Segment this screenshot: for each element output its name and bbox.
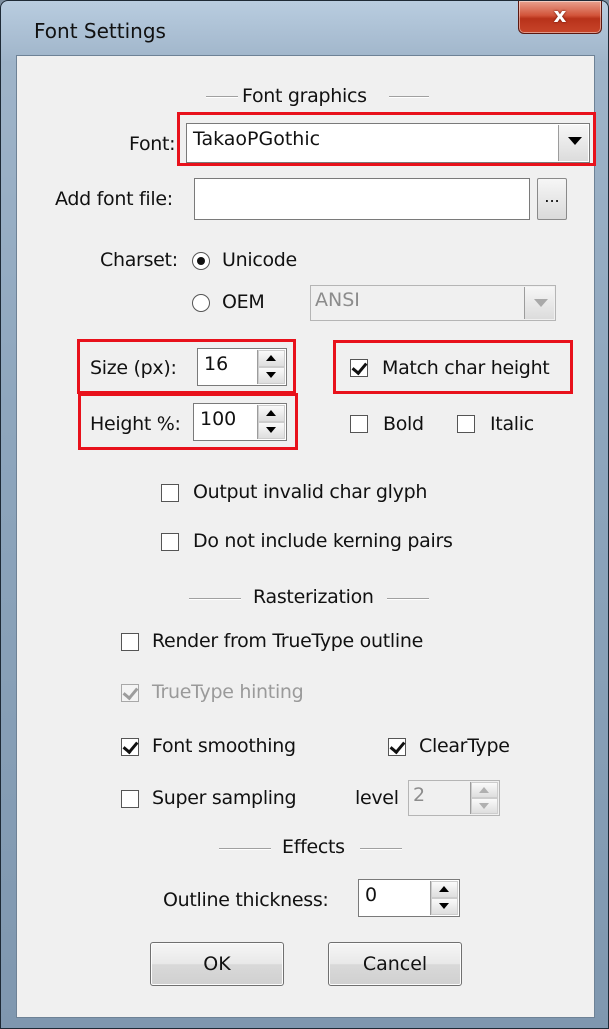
highlight-match-char-height — [333, 340, 573, 394]
highlight-font — [177, 112, 596, 166]
outline-thickness-label: Outline thickness: — [163, 889, 329, 911]
browse-button[interactable]: ... — [537, 178, 567, 220]
render-from-truetype-outline-label: Render from TrueType outline — [152, 630, 423, 652]
spin-down-icon[interactable] — [431, 898, 458, 915]
chevron-down-icon[interactable] — [524, 287, 554, 319]
charset-label: Charset: — [100, 249, 178, 271]
close-button[interactable]: x — [518, 1, 602, 34]
spin-up-icon[interactable] — [431, 881, 458, 898]
close-icon: x — [553, 3, 567, 27]
super-sampling-label: Super sampling — [152, 787, 297, 809]
cleartype-checkbox[interactable] — [388, 738, 406, 756]
group-divider — [219, 848, 271, 850]
group-divider — [389, 96, 429, 98]
group-divider — [189, 598, 241, 600]
output-invalid-char-glyph-label: Output invalid char glyph — [193, 481, 428, 503]
charset-radio-oem[interactable] — [192, 294, 210, 312]
add-font-file-input[interactable] — [194, 178, 530, 220]
font-smoothing-label: Font smoothing — [152, 735, 296, 757]
supersampling-level-value: 2 — [413, 784, 426, 806]
group-divider — [206, 96, 238, 98]
group-title-effects: Effects — [282, 836, 345, 858]
outline-thickness-spinbox[interactable]: 0 — [358, 879, 460, 917]
cancel-button-label: Cancel — [362, 953, 428, 975]
truetype-hinting-checkbox[interactable] — [121, 684, 139, 702]
do-not-include-kerning-pairs-checkbox[interactable] — [161, 533, 179, 551]
window-title: Font Settings — [34, 19, 166, 43]
ellipsis-icon: ... — [544, 187, 560, 206]
group-divider — [387, 598, 429, 600]
do-not-include-kerning-pairs-label: Do not include kerning pairs — [193, 530, 453, 552]
oem-codepage-dropdown[interactable]: ANSI — [310, 285, 556, 321]
charset-oem-label: OEM — [222, 291, 265, 313]
group-title-rasterization: Rasterization — [253, 586, 374, 608]
outline-thickness-spinner[interactable] — [430, 881, 458, 915]
font-smoothing-checkbox[interactable] — [121, 738, 139, 756]
output-invalid-char-glyph-checkbox[interactable] — [161, 484, 179, 502]
spin-down-icon[interactable] — [471, 798, 498, 814]
charset-radio-unicode[interactable] — [192, 252, 210, 270]
level-spinner[interactable] — [470, 782, 498, 814]
ok-button-label: OK — [203, 953, 231, 975]
supersampling-level-label: level — [355, 787, 399, 809]
bold-label: Bold — [383, 413, 424, 435]
font-label: Font: — [129, 133, 176, 155]
truetype-hinting-label: TrueType hinting — [152, 681, 304, 703]
italic-checkbox[interactable] — [457, 415, 475, 433]
supersampling-level-spinbox[interactable]: 2 — [408, 780, 500, 816]
ok-button[interactable]: OK — [150, 942, 284, 986]
group-title-font-graphics: Font graphics — [242, 85, 367, 107]
add-font-file-label: Add font file: — [55, 188, 173, 210]
charset-unicode-label: Unicode — [222, 249, 297, 271]
dialog-client-area: Font graphics Font: TakaoPGothic Add fon… — [16, 55, 596, 1018]
oem-codepage-value: ANSI — [315, 289, 360, 311]
super-sampling-checkbox[interactable] — [121, 790, 139, 808]
group-divider — [360, 848, 402, 850]
outline-thickness-value: 0 — [365, 884, 378, 906]
title-bar[interactable]: Font Settings x — [1, 1, 608, 61]
cleartype-label: ClearType — [419, 735, 510, 757]
bold-checkbox[interactable] — [350, 415, 368, 433]
highlight-height — [78, 393, 298, 450]
render-from-truetype-outline-checkbox[interactable] — [121, 633, 139, 651]
spin-up-icon[interactable] — [471, 782, 498, 798]
cancel-button[interactable]: Cancel — [328, 942, 462, 986]
font-settings-window: Font Settings x Font graphics Font: Taka… — [0, 0, 609, 1029]
italic-label: Italic — [490, 413, 534, 435]
highlight-size — [77, 339, 296, 394]
